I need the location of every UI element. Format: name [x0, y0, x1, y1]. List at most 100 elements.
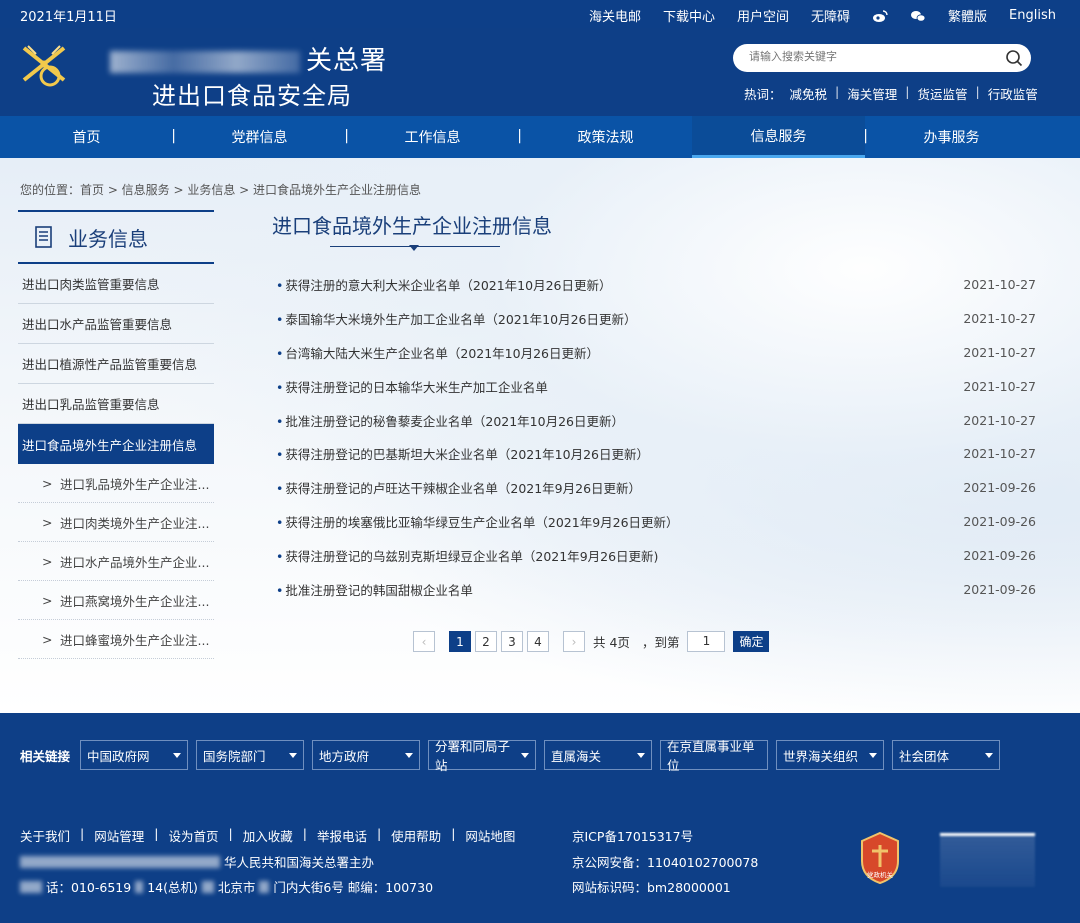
- related-select-state-council[interactable]: 国务院部门: [196, 740, 305, 770]
- list-item[interactable]: 批准注册登记的秘鲁藜麦企业名单（2021年10月26日更新）2021-10-27: [276, 403, 1036, 437]
- main-nav: 首页| 党群信息| 工作信息| 政策法规| 信息服务| 办事服务: [0, 116, 1080, 158]
- sidebar-subitem[interactable]: > 进口燕窝境外生产企业注...: [18, 581, 214, 620]
- divider: |: [975, 84, 980, 99]
- sidebar-header: 业务信息: [18, 210, 214, 264]
- sidebar-subitem[interactable]: > 进口蜂蜜境外生产企业注...: [18, 620, 214, 659]
- next-page-button[interactable]: ›: [563, 631, 585, 652]
- document-icon: [35, 226, 52, 248]
- sidebar-subitem[interactable]: > 进口水产品境外生产企业...: [18, 542, 214, 581]
- sidebar-item-dairy[interactable]: 进出口乳品监管重要信息: [18, 384, 214, 424]
- total-pages: 共 4页: [593, 635, 630, 650]
- nav-item-work[interactable]: 工作信息 |: [346, 116, 523, 158]
- search-icon[interactable]: [1005, 49, 1023, 67]
- nav-item-policy[interactable]: 政策法规|: [519, 116, 696, 158]
- list-item[interactable]: 获得注册登记的卢旺达干辣椒企业名单（2021年9月26日更新）2021-09-2…: [276, 471, 1036, 505]
- related-select-customs[interactable]: 直属海关: [544, 740, 653, 770]
- top-link-download[interactable]: 下载中心: [663, 6, 715, 25]
- hot-word[interactable]: 货运监管: [917, 84, 967, 103]
- article-list: 获得注册的意大利大米企业名单（2021年10月26日更新）2021-10-27 …: [276, 268, 1036, 606]
- sidebar-item-registration[interactable]: 进口食品境外生产企业注册信息: [18, 424, 214, 464]
- sidebar-item-aquatic[interactable]: 进出口水产品监管重要信息: [18, 304, 214, 344]
- site-code: 网站标识码：bm28000001: [572, 880, 731, 895]
- top-link-user-space[interactable]: 用户空间: [737, 6, 789, 25]
- top-bar: 2021年1月11日 海关电邮 下载中心 用户空间 无障碍 繁體版 Englis…: [0, 0, 1080, 28]
- chevron-right-icon: >: [42, 514, 53, 530]
- confirm-button[interactable]: 确定: [733, 631, 770, 652]
- qr-code-placeholder: [940, 833, 1035, 887]
- page-button-2[interactable]: 2: [475, 631, 497, 652]
- nav-item-service[interactable]: 办事服务: [865, 116, 1038, 158]
- list-item[interactable]: 获得注册的埃塞俄比亚输华绿豆生产企业名单（2021年9月26日更新）2021-0…: [276, 505, 1036, 539]
- footer-link[interactable]: 使用帮助: [391, 826, 441, 845]
- list-item[interactable]: 获得注册登记的巴基斯坦大米企业名单（2021年10月26日更新）2021-10-…: [276, 437, 1036, 471]
- icp-number[interactable]: 京ICP备17015317号: [572, 826, 693, 845]
- related-select-branch[interactable]: 分署和同局子站: [428, 739, 537, 773]
- list-item[interactable]: 批准注册登记的韩国甜椒企业名单2021-09-26: [276, 572, 1036, 606]
- sidebar-subitem[interactable]: > 进口乳品境外生产企业注...: [18, 464, 214, 503]
- list-item[interactable]: 台湾输大陆大米生产企业名单（2021年10月26日更新）2021-10-27: [276, 336, 1036, 370]
- related-select-social[interactable]: 社会团体: [892, 740, 1001, 770]
- page-button-1[interactable]: 1: [449, 631, 471, 652]
- title-triangle-icon: [409, 245, 419, 251]
- hot-words-label: 热词：: [744, 87, 782, 102]
- footer-contact: 话：010-6519 14(总机) 北京市 门内大街6号 邮编：100730: [20, 877, 433, 896]
- related-select-gov[interactable]: 中国政府网: [80, 740, 189, 770]
- chevron-down-icon: [405, 752, 414, 758]
- chevron-right-icon: >: [42, 631, 53, 647]
- svg-text:党政机关: 党政机关: [867, 870, 894, 879]
- search-input[interactable]: [749, 50, 989, 63]
- page-button-3[interactable]: 3: [501, 631, 523, 652]
- sidebar-title: 业务信息: [68, 226, 148, 251]
- site-title-line2: 进出口食品安全局: [152, 82, 352, 110]
- goto-page-input[interactable]: 1: [687, 631, 726, 652]
- customs-emblem-icon[interactable]: [18, 40, 72, 94]
- nav-item-info-service[interactable]: 信息服务 |: [692, 116, 868, 158]
- hot-words: 热词： 减免税 | 海关管理 | 货运监管 | 行政监管: [744, 84, 1038, 103]
- related-select-wco[interactable]: 世界海关组织: [776, 740, 885, 770]
- footer-link[interactable]: 网站地图: [465, 826, 515, 845]
- police-record[interactable]: 京公网安备：11040102700078: [572, 852, 758, 871]
- footer-link[interactable]: 设为首页: [168, 826, 218, 845]
- chevron-down-icon: [869, 752, 878, 758]
- top-links: 海关电邮 下载中心 用户空间 无障碍 繁體版 English: [589, 6, 1056, 25]
- chevron-down-icon: [173, 752, 182, 758]
- hot-word[interactable]: 海关管理: [847, 84, 897, 103]
- related-select-institutions[interactable]: 在京直属事业单位: [660, 739, 769, 773]
- sidebar: 业务信息 进出口肉类监管重要信息 进出口水产品监管重要信息 进出口植源性产品监管…: [18, 210, 214, 659]
- list-item[interactable]: 获得注册登记的乌兹别克斯坦绿豆企业名单（2021年9月26日更新)2021-09…: [276, 538, 1036, 572]
- list-item[interactable]: 获得注册登记的日本输华大米生产加工企业名单2021-10-27: [276, 369, 1036, 403]
- hot-word[interactable]: 行政监管: [988, 84, 1038, 103]
- goto-label: ，到第: [641, 635, 680, 650]
- sidebar-item-plant[interactable]: 进出口植源性产品监管重要信息: [18, 344, 214, 384]
- nav-item-home[interactable]: 首页 |: [0, 116, 177, 158]
- footer-link[interactable]: 举报电话: [317, 826, 367, 845]
- footer-copyright: 华人民共和国海关总署主办: [20, 852, 374, 871]
- list-item[interactable]: 获得注册的意大利大米企业名单（2021年10月26日更新）2021-10-27: [276, 268, 1036, 302]
- party-gov-badge-icon[interactable]: 党政机关: [858, 831, 902, 885]
- related-links-label: 相关链接: [20, 748, 71, 764]
- footer-link[interactable]: 关于我们: [20, 826, 70, 845]
- site-header: 关总署 进出口食品安全局 热词： 减免税 | 海关管理 | 货运监管 | 行政监…: [0, 28, 1080, 116]
- site-footer: 相关链接 中国政府网 国务院部门 地方政府 分署和同局子站 直属海关 在京直属事…: [0, 713, 1080, 923]
- top-link-english[interactable]: English: [1009, 6, 1056, 25]
- related-select-local-gov[interactable]: 地方政府: [312, 740, 421, 770]
- weibo-icon[interactable]: [872, 6, 888, 25]
- page-button-4[interactable]: 4: [527, 631, 549, 652]
- prev-page-button[interactable]: ‹: [413, 631, 435, 652]
- divider: |: [835, 84, 840, 99]
- current-date: 2021年1月11日: [20, 10, 117, 25]
- wechat-icon[interactable]: [910, 6, 926, 25]
- nav-item-party[interactable]: 党群信息 |: [173, 116, 350, 158]
- hot-word[interactable]: 减免税: [790, 84, 828, 103]
- list-item[interactable]: 泰国输华大米境外生产加工企业名单（2021年10月26日更新）2021-10-2…: [276, 302, 1036, 336]
- top-link-traditional[interactable]: 繁體版: [948, 6, 987, 25]
- top-link-accessibility[interactable]: 无障碍: [811, 6, 850, 25]
- page-title: 进口食品境外生产企业注册信息: [272, 214, 552, 238]
- breadcrumb: 您的位置：首页 > 信息服务 > 业务信息 > 进口食品境外生产企业注册信息: [20, 183, 422, 197]
- related-links: 相关链接 中国政府网 国务院部门 地方政府 分署和同局子站 直属海关 在京直属事…: [20, 739, 1001, 773]
- sidebar-item-meat[interactable]: 进出口肉类监管重要信息: [18, 264, 214, 304]
- footer-link[interactable]: 网站管理: [94, 826, 144, 845]
- sidebar-subitem[interactable]: > 进口肉类境外生产企业注...: [18, 503, 214, 542]
- footer-link[interactable]: 加入收藏: [243, 826, 293, 845]
- top-link-email[interactable]: 海关电邮: [589, 6, 641, 25]
